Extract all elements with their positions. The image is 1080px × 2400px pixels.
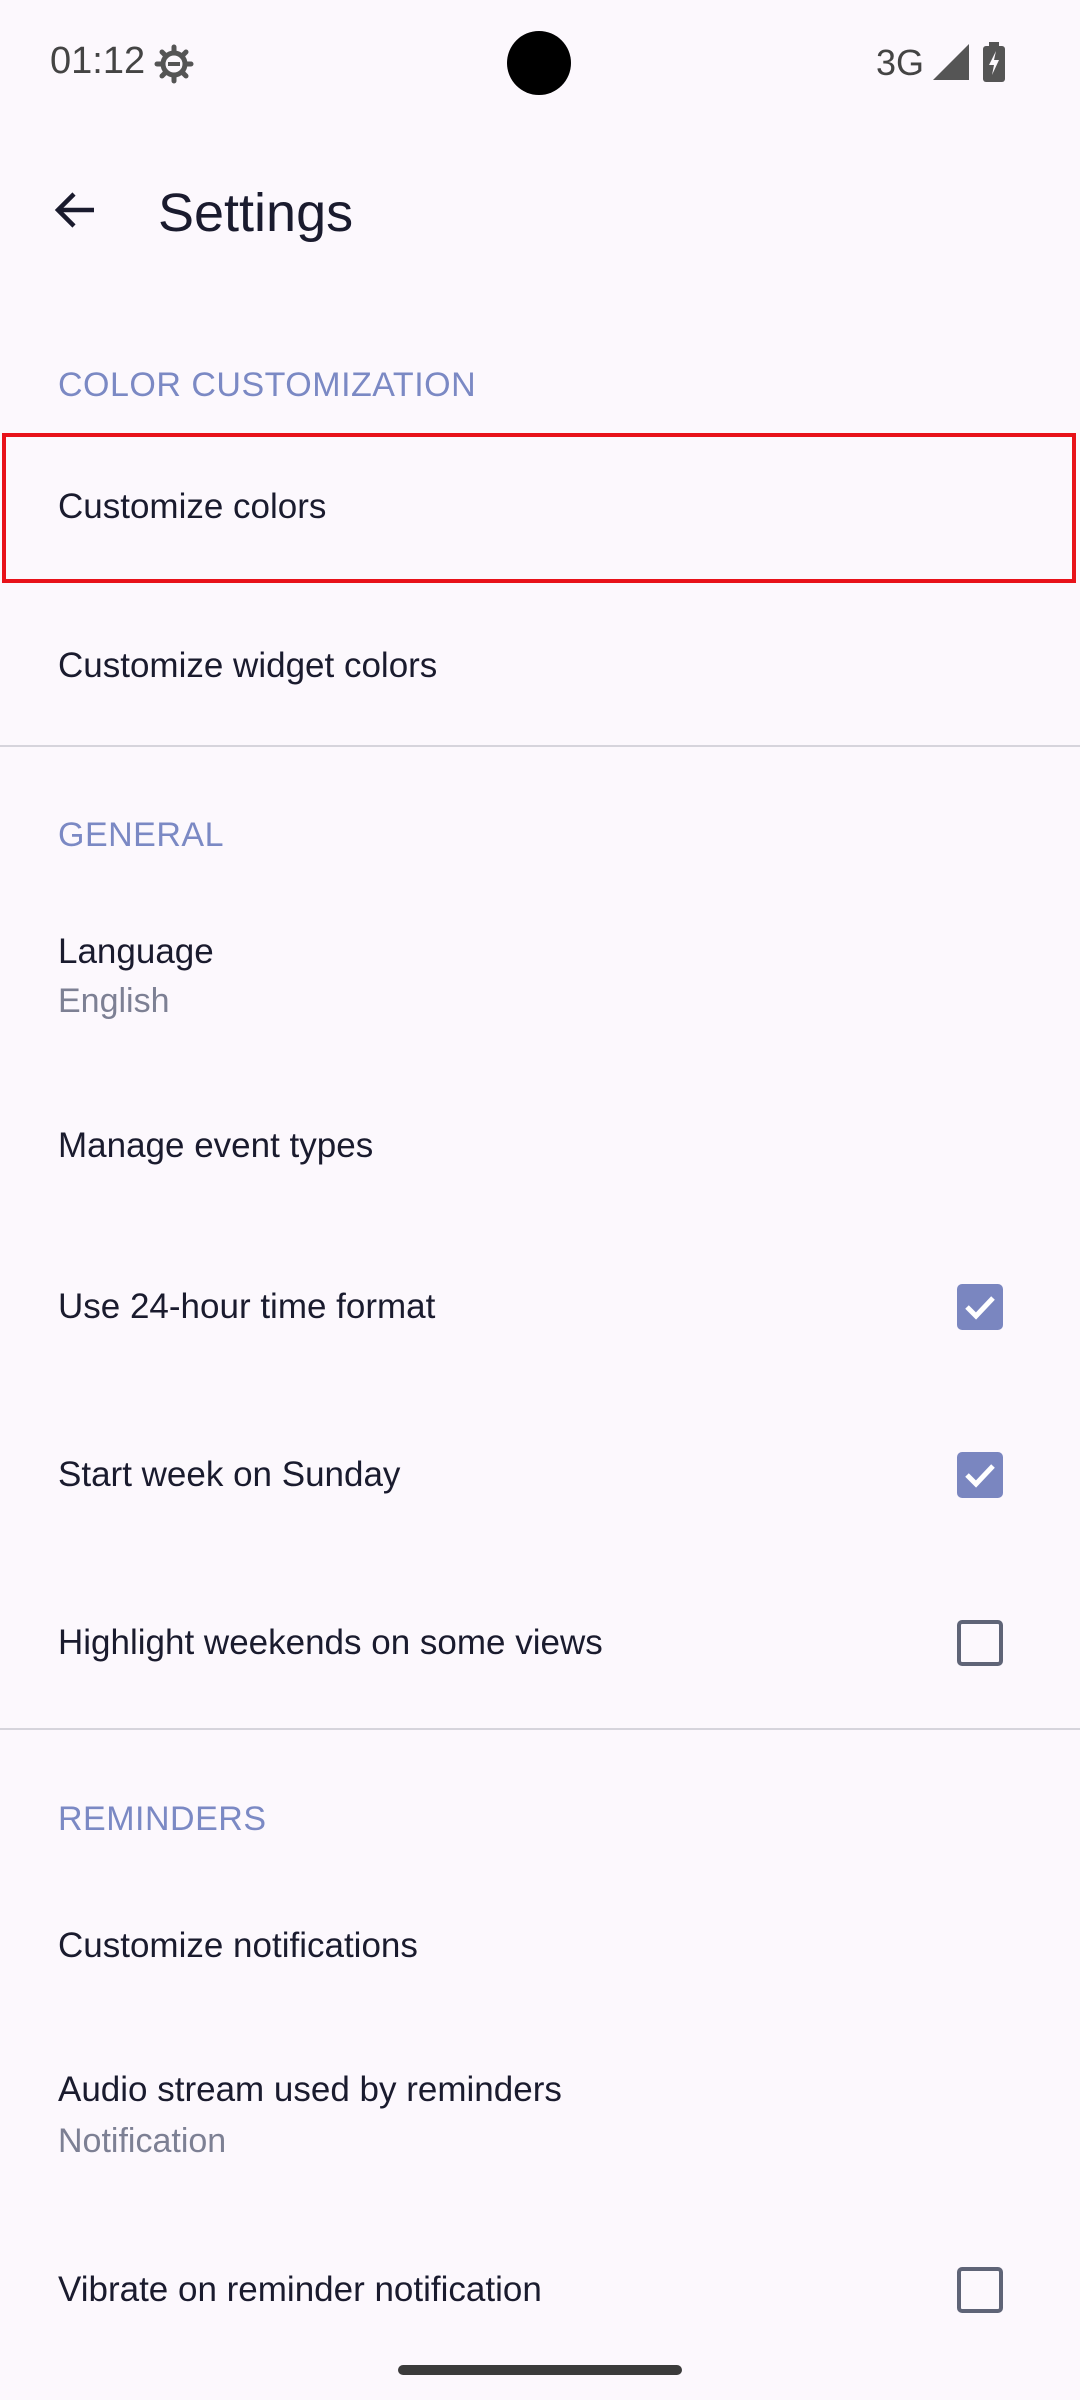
audio-stream-item[interactable]: Audio stream used by reminders Notificat… bbox=[0, 2050, 1080, 2220]
audio-stream-label: Audio stream used by reminders bbox=[58, 2070, 562, 2109]
language-item[interactable]: Language English bbox=[0, 890, 1080, 1060]
signal-icon bbox=[933, 44, 969, 80]
highlight-weekends-item[interactable]: Highlight weekends on some views bbox=[0, 1561, 1080, 1726]
network-type: 3G bbox=[876, 42, 925, 83]
highlight-box bbox=[2, 433, 1076, 583]
start-week-sunday-checkbox[interactable] bbox=[957, 1452, 1003, 1498]
language-label: Language bbox=[58, 932, 214, 971]
customize-widget-colors-label: Customize widget colors bbox=[58, 646, 438, 685]
gear-icon bbox=[154, 44, 194, 84]
divider bbox=[0, 745, 1080, 747]
gesture-nav-handle[interactable] bbox=[398, 2365, 682, 2375]
highlight-weekends-label: Highlight weekends on some views bbox=[58, 1623, 603, 1662]
app-bar: Settings bbox=[0, 150, 1080, 276]
language-value: English bbox=[58, 982, 170, 1020]
customize-notifications-item[interactable]: Customize notifications bbox=[0, 1870, 1080, 2020]
start-week-sunday-item[interactable]: Start week on Sunday bbox=[0, 1393, 1080, 1558]
vibrate-reminder-checkbox[interactable] bbox=[957, 2267, 1003, 2313]
page-title: Settings bbox=[158, 183, 354, 243]
camera-cutout bbox=[507, 31, 571, 95]
use-24-hour-item[interactable]: Use 24-hour time format bbox=[0, 1225, 1080, 1390]
customize-widget-colors-item[interactable]: Customize widget colors bbox=[0, 590, 1080, 740]
use-24-hour-label: Use 24-hour time format bbox=[58, 1287, 436, 1326]
back-button[interactable] bbox=[38, 176, 110, 248]
customize-notifications-label: Customize notifications bbox=[58, 1926, 418, 1965]
battery-charging-icon bbox=[983, 42, 1005, 82]
section-header-reminders: REMINDERS bbox=[58, 1800, 267, 1838]
manage-event-types-label: Manage event types bbox=[58, 1126, 374, 1165]
audio-stream-value: Notification bbox=[58, 2122, 227, 2160]
highlight-weekends-checkbox[interactable] bbox=[957, 1620, 1003, 1666]
check-icon bbox=[965, 1296, 995, 1320]
start-week-sunday-label: Start week on Sunday bbox=[58, 1455, 401, 1494]
manage-event-types-item[interactable]: Manage event types bbox=[0, 1070, 1080, 1225]
use-24-hour-checkbox[interactable] bbox=[957, 1284, 1003, 1330]
check-icon bbox=[965, 1464, 995, 1488]
status-bar: 01:12 3G bbox=[0, 0, 1080, 130]
arrow-back-icon bbox=[50, 186, 98, 239]
section-header-color: COLOR CUSTOMIZATION bbox=[58, 366, 477, 404]
section-header-general: GENERAL bbox=[58, 816, 224, 854]
vibrate-reminder-label: Vibrate on reminder notification bbox=[58, 2270, 542, 2309]
divider bbox=[0, 1728, 1080, 1730]
vibrate-reminder-item[interactable]: Vibrate on reminder notification bbox=[0, 2210, 1080, 2375]
status-time: 01:12 bbox=[50, 40, 146, 82]
